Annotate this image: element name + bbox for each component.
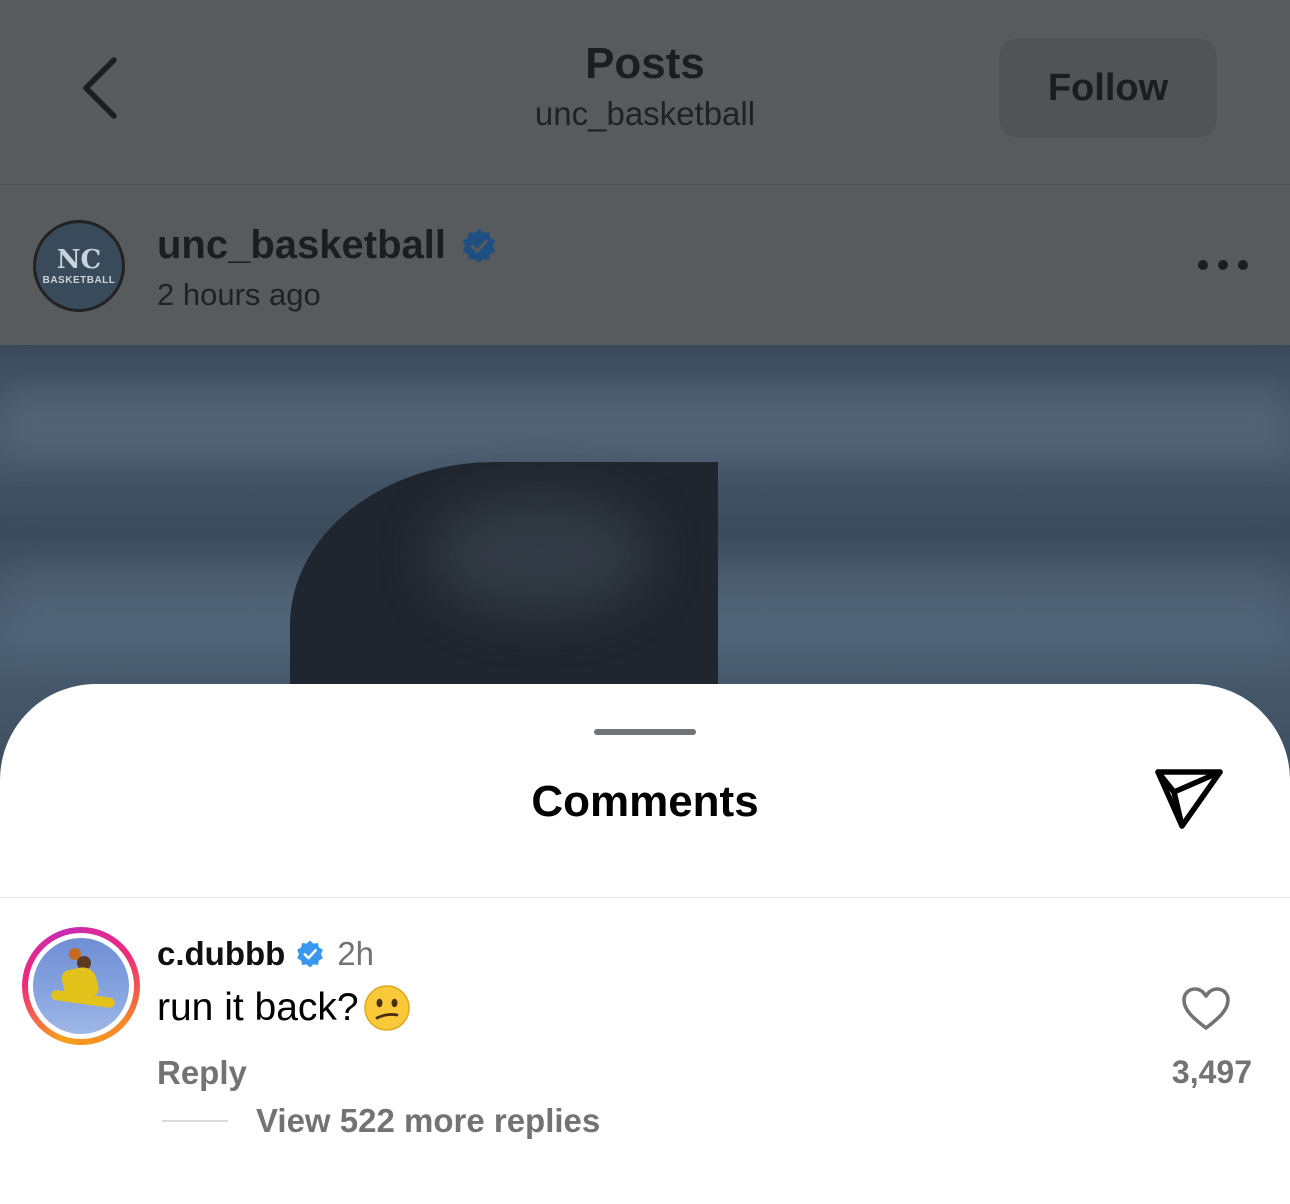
sheet-grabber[interactable] [594,729,696,735]
post-timestamp: 2 hours ago [157,277,321,312]
avatar[interactable]: NC BASKETBALL [33,220,125,312]
commenter-avatar[interactable] [22,927,140,1045]
commenter-username[interactable]: c.dubbb [157,934,285,974]
post-username-text: unc_basketball [157,223,447,267]
comment-text: run it back? [157,984,411,1032]
avatar-logo-text: NC [56,244,102,275]
send-icon[interactable] [1152,766,1226,832]
commenter-avatar-image [33,938,129,1034]
more-horizontal-icon[interactable] [1197,257,1249,273]
sheet-divider [0,897,1290,898]
verified-badge-icon [462,228,496,263]
like-count: 3,497 [1171,1054,1252,1090]
comments-title: Comments [531,777,759,826]
avatar-logo-subtext: BASKETBALL [42,274,116,286]
comment-header: c.dubbb 2h [157,934,374,974]
comment-body: run it back? [157,986,359,1029]
post-header: NC BASKETBALL unc_basketball 2 hours ago [0,185,1290,345]
comment-timestamp: 2h [337,935,375,972]
replies-divider-line [162,1120,228,1122]
confused-face-emoji-icon [363,985,410,1031]
reply-button[interactable]: Reply [157,1054,247,1092]
heart-icon[interactable] [1181,986,1231,1032]
comments-sheet: Comments c.dubbb 2h run it back? Reply V… [0,684,1290,1204]
follow-button[interactable]: Follow [999,38,1217,138]
view-more-replies-button[interactable]: View 522 more replies [256,1102,600,1140]
top-bar: Posts unc_basketball Follow [0,0,1290,185]
post-username[interactable]: unc_basketball [157,223,498,268]
verified-badge-icon [297,940,324,968]
